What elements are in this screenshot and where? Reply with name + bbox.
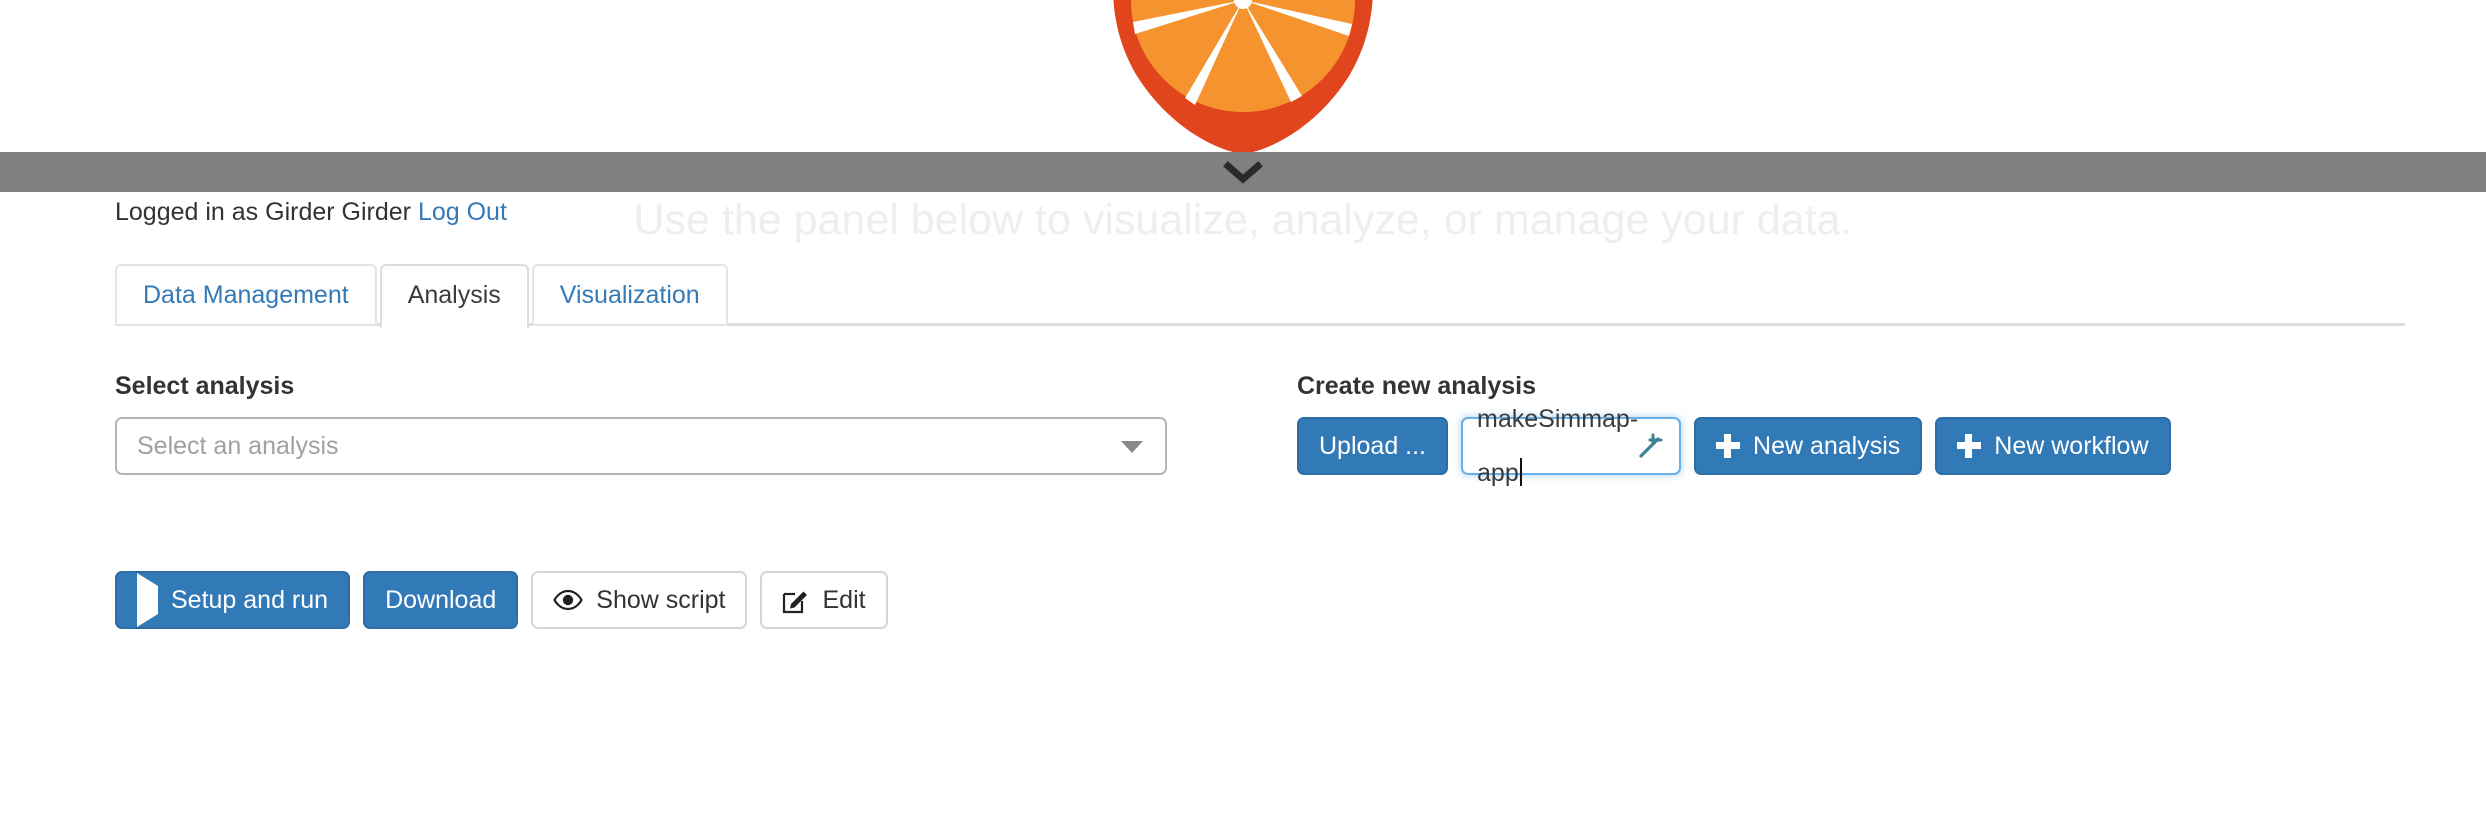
upload-button[interactable]: Upload ... — [1297, 417, 1449, 475]
edit-label: Edit — [822, 585, 866, 614]
select-analysis-dropdown[interactable]: Select an analysis — [115, 417, 1167, 475]
create-analysis-heading: Create new analysis — [1297, 372, 1537, 400]
collapse-banner-bar[interactable] — [0, 152, 2486, 192]
pencil-square-icon — [782, 587, 809, 614]
new-workflow-button[interactable]: New workflow — [1935, 417, 2171, 475]
analysis-name-text: makeSimmap-app — [1477, 405, 1639, 487]
login-status: Logged in as Girder Girder Log Out — [115, 192, 2405, 232]
edit-button[interactable]: Edit — [760, 571, 888, 629]
caret-down-icon — [1121, 441, 1143, 453]
new-analysis-label: New analysis — [1753, 431, 1901, 460]
download-button[interactable]: Download — [363, 571, 519, 629]
main-container: Logged in as Girder Girder Log Out Data … — [115, 192, 2405, 671]
new-analysis-button[interactable]: New analysis — [1694, 417, 1923, 475]
setup-and-run-button[interactable]: Setup and run — [115, 571, 351, 629]
magic-wand-icon[interactable] — [1638, 433, 1665, 465]
select-analysis-heading: Select analysis — [115, 372, 295, 400]
tab-bar: Data Management Analysis Visualization — [115, 264, 2405, 329]
new-workflow-label: New workflow — [1994, 431, 2149, 460]
tab-data-management[interactable]: Data Management — [115, 264, 377, 326]
chevron-down-icon[interactable] — [1222, 160, 1264, 184]
orange-slice-logo — [1113, 0, 1373, 152]
eye-icon — [553, 589, 583, 611]
show-script-button[interactable]: Show script — [531, 571, 748, 629]
plus-icon — [1957, 434, 1982, 458]
create-analysis-row: Upload ... makeSimmap-app New analysis N… — [1297, 405, 2407, 487]
app-logo[interactable] — [1063, 0, 1423, 152]
upload-label: Upload ... — [1319, 431, 1427, 460]
select-analysis-column: Select analysis Select an analysis Setup… — [115, 371, 1235, 629]
tab-analysis[interactable]: Analysis — [379, 264, 529, 329]
select-analysis-placeholder: Select an analysis — [137, 431, 339, 460]
create-analysis-column: Create new analysis Upload ... makeSimma… — [1297, 371, 2407, 487]
show-script-label: Show script — [596, 585, 726, 614]
logout-link[interactable]: Log Out — [418, 198, 507, 226]
tab-visualization[interactable]: Visualization — [531, 264, 728, 326]
plus-icon — [1716, 434, 1741, 458]
analysis-name-input[interactable]: makeSimmap-app — [1461, 405, 1682, 487]
analysis-action-row: Setup and run Download Show script Edit — [115, 571, 901, 629]
text-cursor — [1519, 458, 1522, 486]
download-label: Download — [385, 585, 497, 614]
setup-and-run-label: Setup and run — [171, 585, 329, 614]
login-status-text: Logged in as Girder Girder — [115, 198, 411, 226]
analysis-panel: Select analysis Select an analysis Setup… — [115, 371, 2405, 671]
masthead — [0, 0, 2486, 152]
